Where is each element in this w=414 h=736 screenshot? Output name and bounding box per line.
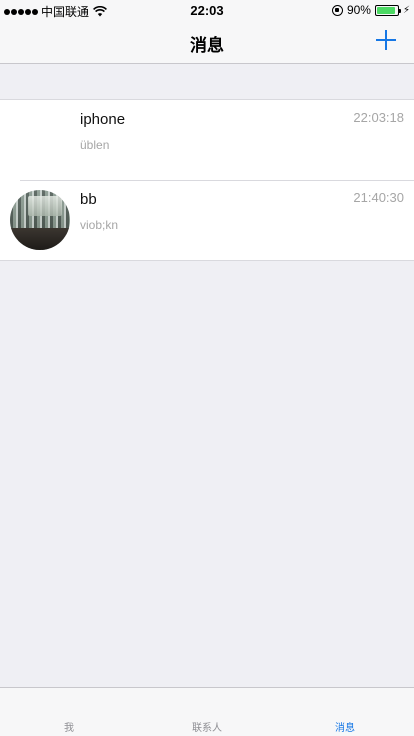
tab-bar: 我 联系人 消息 [0,687,414,736]
avatar [10,190,70,250]
contact-name: bb [80,191,97,208]
tab-me[interactable]: 我 [39,719,99,734]
add-button[interactable] [374,28,398,52]
status-right: 90% ⚡ [331,3,410,17]
tab-messages[interactable]: 消息 [315,719,375,734]
battery-fill [376,6,395,14]
message-time: 21:40:30 [353,190,404,205]
avatar [10,110,70,170]
message-time: 22:03:18 [353,110,404,125]
battery-percent: 90% [346,3,371,17]
contact-name: iphone [80,111,126,128]
tab-contacts[interactable]: 联系人 [177,719,237,734]
battery-icon [374,4,401,16]
message-list-item[interactable]: iphone üblen 22:03:18 [0,100,414,180]
message-list: iphone üblen 22:03:18 bb viob;kn 21:40:3… [0,99,414,261]
message-preview: viob;kn [80,218,119,232]
orientation-lock-icon [331,4,343,16]
charging-bolt-icon: ⚡ [402,4,410,16]
message-preview: üblen [80,138,110,152]
page-title: 消息 [190,36,224,55]
navigation-bar: 消息 [0,20,414,64]
message-list-item[interactable]: bb viob;kn 21:40:30 [0,180,414,260]
status-bar: 中国联通 22:03 90% ⚡ [0,0,414,20]
